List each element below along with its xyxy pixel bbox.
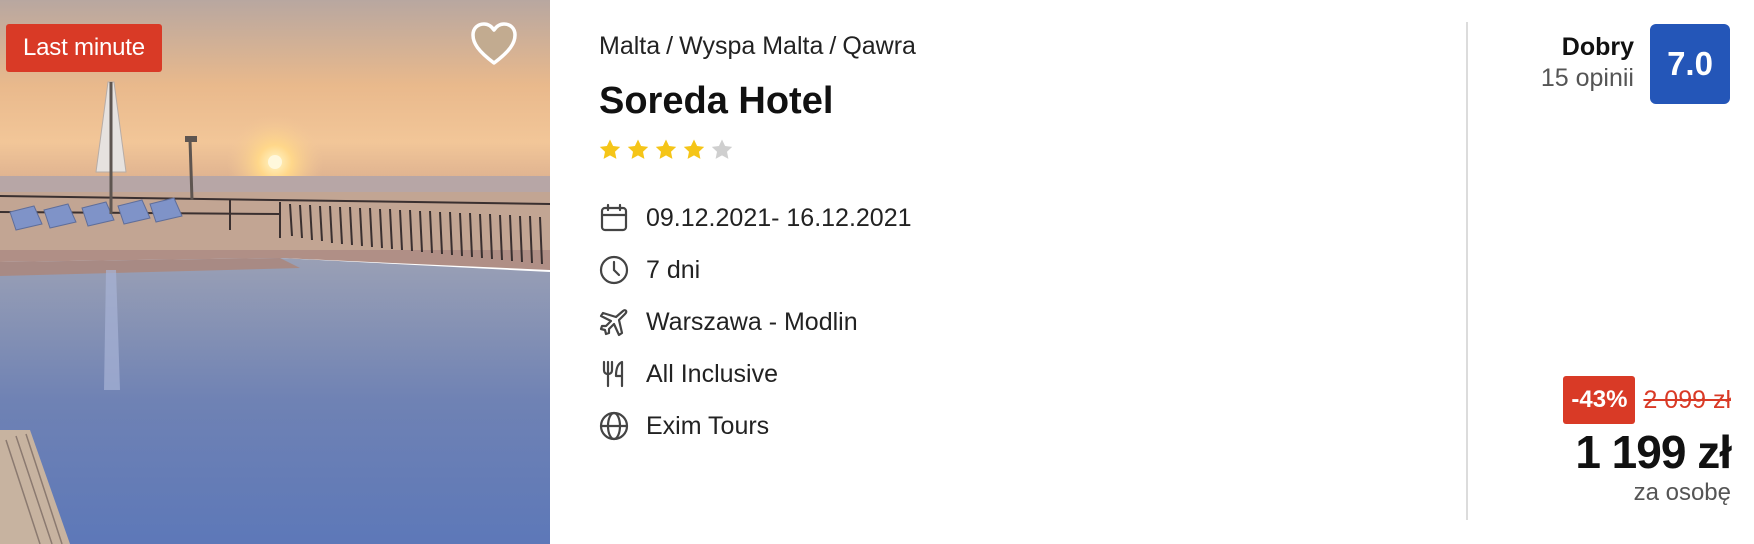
fact-departure: Warszawa - Modlin bbox=[598, 296, 912, 348]
fact-duration: 7 dni bbox=[598, 244, 912, 296]
rating-summary[interactable]: Dobry 15 opinii bbox=[1541, 32, 1634, 94]
favorite-button[interactable] bbox=[470, 22, 518, 66]
clock-icon bbox=[598, 254, 630, 286]
fact-operator: Exim Tours bbox=[598, 400, 912, 452]
globe-icon bbox=[598, 410, 630, 442]
vertical-divider bbox=[1466, 22, 1468, 520]
fact-board: All Inclusive bbox=[598, 348, 912, 400]
fact-dates-text: 09.12.2021- 16.12.2021 bbox=[646, 203, 912, 232]
star-empty-icon bbox=[711, 139, 733, 159]
price-box: -43% 2 099 zł 1 199 zł za osobę bbox=[1563, 376, 1732, 508]
breadcrumb-city[interactable]: Qawra bbox=[842, 32, 916, 60]
price-unit: za osobę bbox=[1633, 479, 1731, 506]
hotel-name[interactable]: Soreda Hotel bbox=[599, 80, 833, 123]
breadcrumb-country[interactable]: Malta bbox=[599, 32, 660, 60]
calendar-icon bbox=[598, 202, 630, 234]
current-price: 1 199 zł bbox=[1575, 426, 1732, 478]
reviews-count[interactable]: 15 opinii bbox=[1541, 62, 1634, 94]
heart-icon bbox=[471, 22, 517, 65]
offer-facts: 09.12.2021- 16.12.2021 7 dni Warszawa - … bbox=[598, 192, 912, 452]
star-filled-icon bbox=[683, 139, 705, 159]
fact-departure-text: Warszawa - Modlin bbox=[646, 307, 858, 336]
rating-word: Dobry bbox=[1561, 33, 1634, 61]
last-minute-badge: Last minute bbox=[6, 24, 162, 72]
rating-score-badge: 7.0 bbox=[1650, 24, 1730, 104]
breadcrumb-island[interactable]: Wyspa Malta bbox=[679, 32, 823, 60]
star-filled-icon bbox=[627, 139, 649, 159]
pool-sunset-image bbox=[0, 0, 550, 544]
star-filled-icon bbox=[599, 139, 621, 159]
cutlery-icon bbox=[598, 358, 630, 390]
fact-dates: 09.12.2021- 16.12.2021 bbox=[598, 192, 912, 244]
breadcrumb-separator: / bbox=[829, 32, 837, 60]
old-price: 2 099 zł bbox=[1643, 385, 1731, 414]
star-filled-icon bbox=[655, 139, 677, 159]
breadcrumb-separator: / bbox=[666, 32, 674, 60]
hotel-stars bbox=[598, 138, 734, 162]
hotel-photo[interactable]: Last minute bbox=[0, 0, 550, 544]
fact-duration-text: 7 dni bbox=[646, 255, 701, 284]
fact-board-text: All Inclusive bbox=[646, 359, 778, 388]
discount-badge: -43% bbox=[1563, 376, 1636, 424]
fact-operator-text: Exim Tours bbox=[646, 411, 770, 440]
breadcrumb: Malta / Wyspa Malta / Qawra bbox=[599, 32, 916, 61]
offer-card[interactable]: Last minute Malta / Wyspa Malta / Qawra Sore… bbox=[0, 0, 1754, 544]
plane-icon bbox=[598, 306, 630, 338]
